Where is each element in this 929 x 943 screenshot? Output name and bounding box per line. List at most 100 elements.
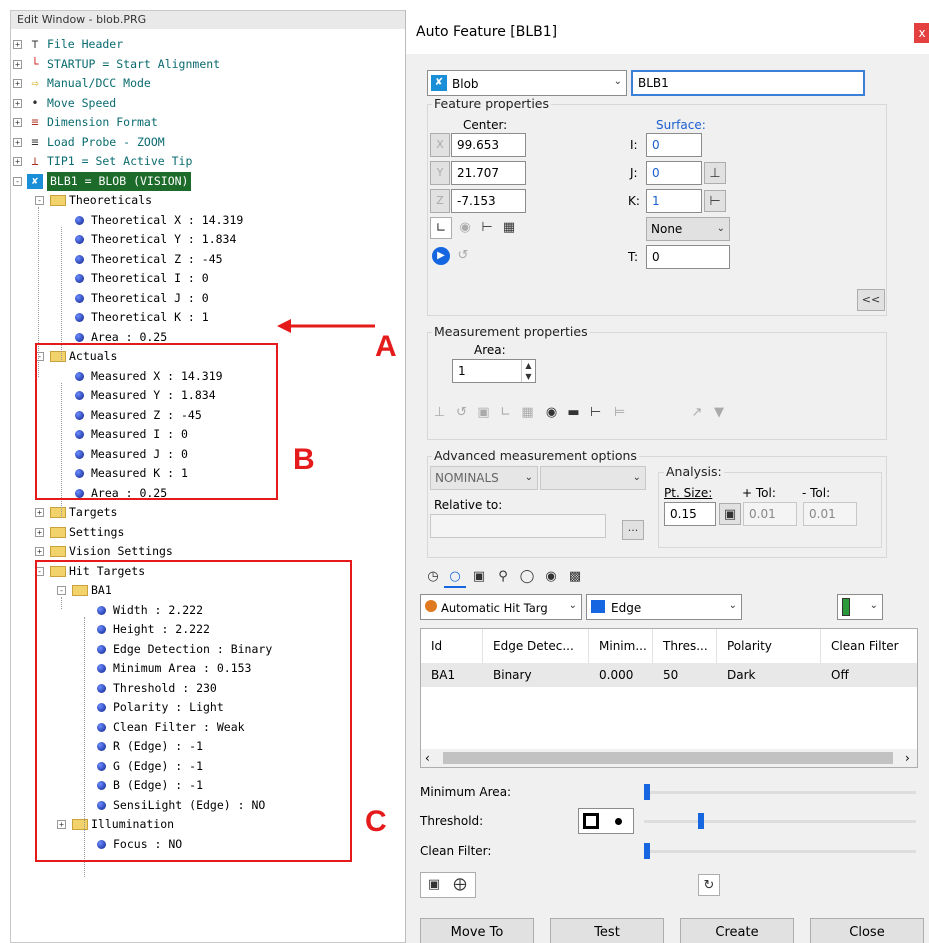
expand-icon[interactable]: + — [13, 98, 22, 108]
folder-icon — [50, 546, 66, 557]
scrollbar-thumb[interactable] — [443, 752, 893, 764]
center-x-input[interactable]: 99.653 — [451, 133, 526, 157]
expand-icon[interactable]: + — [35, 527, 44, 537]
polarity-toggle[interactable] — [578, 808, 634, 834]
tab-gauge-icon[interactable]: ◉ — [540, 566, 562, 588]
column-header[interactable]: Edge Detec... — [483, 629, 589, 663]
scroll-left-icon[interactable]: ‹ — [425, 749, 430, 767]
column-header[interactable]: Thres... — [653, 629, 717, 663]
expand-icon[interactable]: + — [13, 118, 22, 127]
nominals-select[interactable]: NOMINALS ⌄ — [430, 466, 538, 490]
test-button[interactable]: Test — [550, 918, 664, 943]
column-header[interactable]: Polarity — [717, 629, 821, 663]
tool-icon[interactable]: ↺ — [452, 402, 474, 424]
tab-camera-icon[interactable]: ▩ — [564, 566, 586, 588]
surface-k-input[interactable]: 1 — [646, 189, 702, 213]
collapse-icon[interactable]: - — [35, 196, 44, 205]
measure-icon[interactable]: ⊢ — [476, 217, 498, 239]
plus-tol-input[interactable]: 0.01 — [743, 502, 797, 526]
light-polarity-icon[interactable] — [615, 818, 622, 825]
expand-icon[interactable]: + — [13, 137, 22, 147]
tab-hit-targets-icon[interactable]: ○ — [444, 566, 466, 588]
collapse-button[interactable]: << — [857, 289, 885, 311]
clean-filter-slider[interactable] — [644, 850, 916, 853]
color-select[interactable]: ⌄ — [837, 594, 883, 620]
find-vector-icon[interactable]: ⊢ — [704, 190, 726, 212]
tool-icon[interactable]: ⊥ — [430, 402, 452, 424]
move-to-button[interactable]: Move To — [420, 918, 534, 943]
tool-icon[interactable]: ▣ — [474, 402, 496, 424]
tool-icon[interactable]: ⊨ — [610, 402, 632, 424]
filter-icon[interactable]: ▼ — [708, 402, 730, 424]
hit-targets-table: Id Edge Detec... Minim... Thres... Polar… — [420, 628, 918, 768]
create-button[interactable]: Create — [680, 918, 794, 943]
threshold-slider-thumb[interactable] — [698, 813, 705, 829]
tool-icon[interactable]: ⊢ — [586, 402, 608, 424]
center-y-input[interactable]: 21.707 — [451, 161, 526, 185]
history-icon[interactable]: ↺ — [452, 245, 474, 267]
flip-vector-icon[interactable]: ⊥ — [704, 162, 726, 184]
area-input[interactable]: 1 ▲ ▼ — [452, 359, 536, 383]
reset-icon[interactable]: ↻ — [698, 874, 720, 896]
x-button[interactable]: X — [430, 133, 450, 157]
edit-window-title: Edit Window - blob.PRG — [11, 11, 405, 29]
table-row[interactable]: BA1 Binary 0.000 50 Dark Off — [421, 663, 917, 687]
property-dot-icon — [75, 215, 84, 225]
clean-filter-slider-thumb[interactable] — [644, 843, 650, 859]
target-icon[interactable]: ◉ — [542, 402, 564, 424]
annotation-label-a: A — [375, 330, 397, 363]
tool-icon[interactable]: ▦ — [518, 402, 540, 424]
tree-node-label: Move Speed — [47, 95, 117, 110]
edge-mode-select[interactable]: Edge ⌄ — [586, 594, 742, 620]
minus-tol-input[interactable]: 0.01 — [803, 502, 857, 526]
binoculars-icon[interactable]: ◉ — [454, 217, 476, 239]
column-header[interactable]: Minim... — [589, 629, 653, 663]
close-icon[interactable]: x — [914, 23, 929, 43]
grid-icon[interactable]: ▦ — [498, 217, 520, 239]
tab-contact-icon[interactable]: ◷ — [422, 566, 444, 588]
expand-icon[interactable]: + — [13, 59, 22, 69]
column-header[interactable]: Clean Filter — [821, 629, 917, 663]
expand-icon[interactable]: + — [13, 157, 22, 166]
minimum-area-slider-thumb[interactable] — [644, 784, 650, 800]
collapse-icon[interactable]: - — [13, 176, 22, 186]
point-select-icon[interactable]: ∟ — [430, 217, 452, 239]
tool-icon[interactable]: ∟ — [496, 402, 518, 424]
expand-icon[interactable]: + — [35, 547, 44, 556]
expand-icon[interactable]: + — [13, 79, 22, 88]
dark-polarity-icon[interactable] — [583, 813, 599, 829]
none-select[interactable]: None ⌄ — [646, 217, 730, 241]
z-button[interactable]: Z — [430, 189, 450, 213]
scroll-right-icon[interactable]: › — [905, 749, 910, 767]
close-button[interactable]: Close — [810, 918, 924, 943]
area-spinner-icon[interactable]: ▲ ▼ — [521, 360, 535, 382]
hit-target-type-select[interactable]: Automatic Hit Targ ⌄ — [420, 594, 582, 620]
threshold-slider[interactable] — [644, 820, 916, 823]
lock-icon[interactable]: ▣ — [423, 874, 445, 896]
column-header[interactable]: Id — [421, 629, 483, 663]
horizontal-scrollbar[interactable]: ‹ › — [421, 749, 917, 767]
tab-illumination-icon[interactable]: ◯ — [516, 566, 538, 588]
surface-i-input[interactable]: 0 — [646, 133, 702, 157]
pt-size-input[interactable]: 0.15 — [664, 502, 716, 526]
analysis-icon[interactable]: ▣ — [719, 503, 741, 525]
center-z-input[interactable]: -7.153 — [451, 189, 526, 213]
nominals-detail-select[interactable]: ⌄ — [540, 466, 646, 490]
feature-name-input[interactable]: BLB1 — [631, 70, 865, 96]
relative-to-input[interactable] — [430, 514, 606, 538]
expand-icon[interactable]: + — [35, 508, 44, 517]
probe-icon[interactable]: ↗ — [686, 402, 708, 424]
tool-icon[interactable]: ▬ — [564, 402, 586, 424]
fit-icon[interactable]: ⨁ — [449, 874, 471, 896]
feature-type-select[interactable]: ✘ Blob ⌄ — [427, 70, 627, 96]
browse-button[interactable]: ... — [622, 520, 644, 540]
thickness-input[interactable]: 0 — [646, 245, 730, 269]
play-icon[interactable]: ▶ — [432, 247, 450, 265]
y-button[interactable]: Y — [430, 161, 450, 185]
tab-image-icon[interactable]: ▣ — [468, 566, 490, 588]
surface-label: Surface: — [656, 118, 706, 132]
tab-focus-icon[interactable]: ⚲ — [492, 566, 514, 588]
surface-j-input[interactable]: 0 — [646, 161, 702, 185]
expand-icon[interactable]: + — [13, 40, 22, 49]
minimum-area-slider[interactable] — [644, 791, 916, 794]
